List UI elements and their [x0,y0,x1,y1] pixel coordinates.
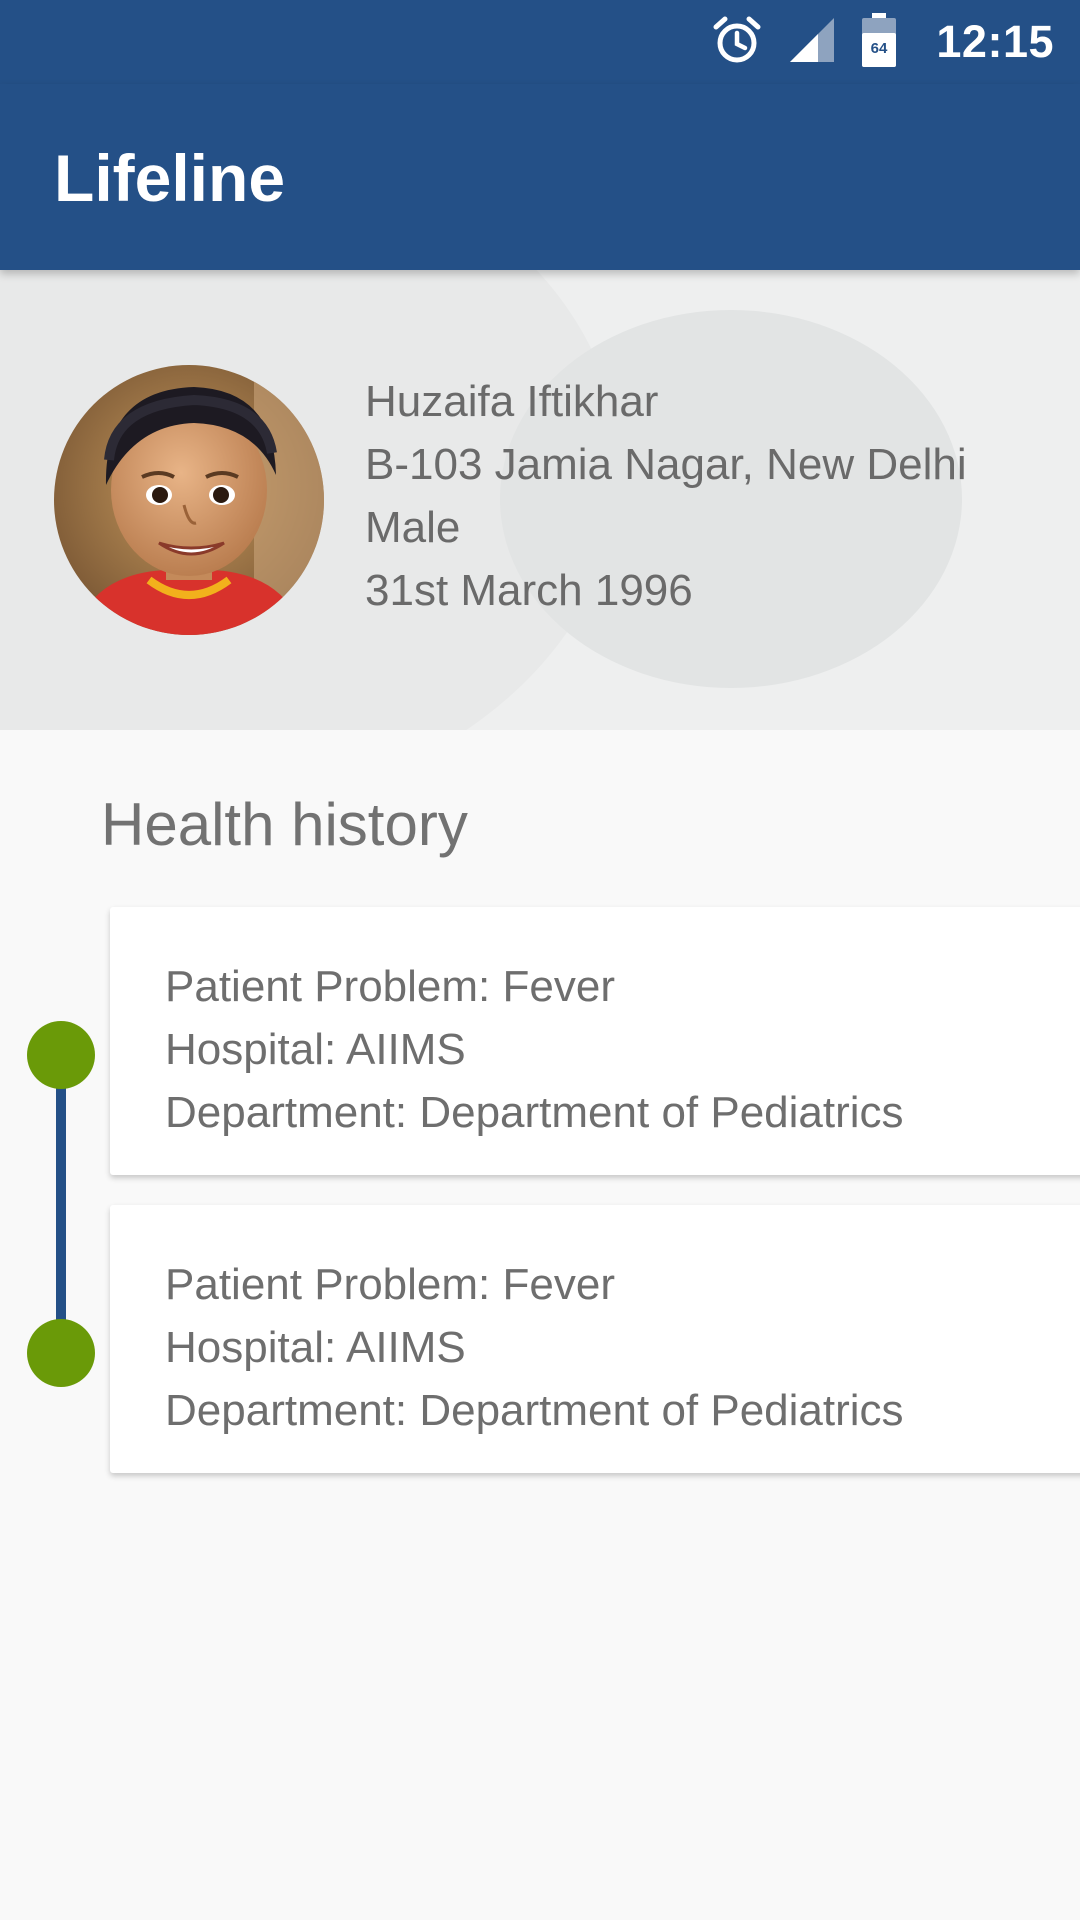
timeline-dot [27,1319,95,1387]
profile-dob: 31st March 1996 [365,566,693,615]
status-icons: 64 12:15 [712,0,1054,84]
record-problem: Patient Problem: Fever [165,962,615,1011]
health-record-card[interactable]: Patient Problem: Fever Hospital: AIIMS D… [110,1205,1080,1473]
record-details: Patient Problem: Fever Hospital: AIIMS D… [165,1253,904,1442]
timeline-line [56,1055,66,1355]
section-title: Health history [101,791,468,858]
battery-icon: 64 [862,12,897,72]
avatar[interactable] [54,365,324,635]
alarm-clock-icon [712,15,762,70]
record-department: Department: Department of Pediatrics [165,1386,904,1435]
record-details: Patient Problem: Fever Hospital: AIIMS D… [165,955,904,1144]
profile-info: Huzaifa Iftikhar B-103 Jamia Nagar, New … [365,370,967,622]
app-bar: Lifeline [0,84,1080,270]
profile-header: Huzaifa Iftikhar B-103 Jamia Nagar, New … [0,270,1080,730]
profile-name: Huzaifa Iftikhar [365,377,659,426]
record-hospital: Hospital: AIIMS [165,1323,466,1372]
record-problem: Patient Problem: Fever [165,1260,615,1309]
profile-address: B-103 Jamia Nagar, New Delhi [365,440,967,489]
battery-level-text: 64 [871,40,888,57]
health-record-card[interactable]: Patient Problem: Fever Hospital: AIIMS D… [110,907,1080,1175]
status-time: 12:15 [936,16,1054,67]
app-title: Lifeline [54,141,286,215]
profile-gender: Male [365,503,461,552]
record-hospital: Hospital: AIIMS [165,1025,466,1074]
timeline-dot [27,1021,95,1089]
status-bar: 64 12:15 [0,0,1080,84]
record-department: Department: Department of Pediatrics [165,1088,904,1137]
signal-icon [788,16,836,69]
